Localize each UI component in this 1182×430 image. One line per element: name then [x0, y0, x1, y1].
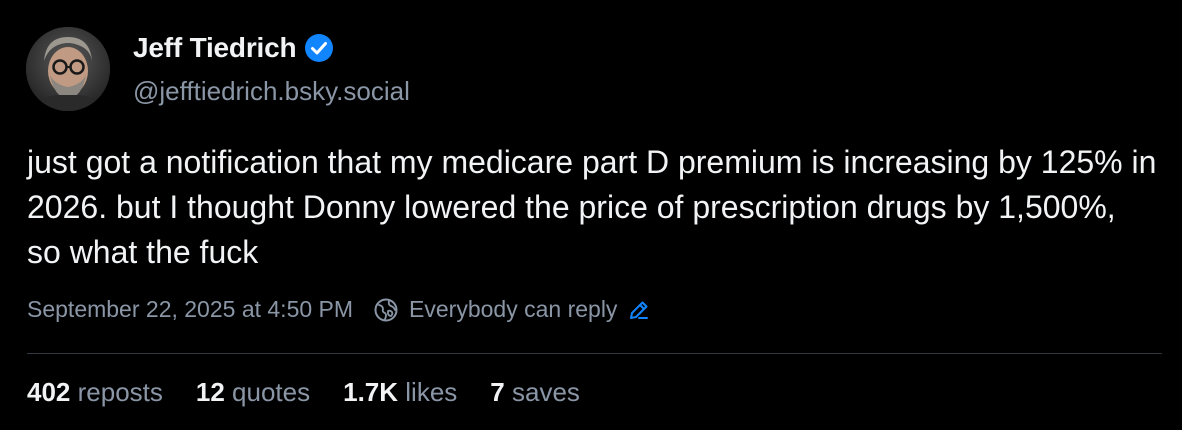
display-name[interactable]: Jeff Tiedrich: [133, 32, 297, 64]
author-handle[interactable]: @jefftiedrich.bsky.social: [133, 76, 410, 107]
likes-stat[interactable]: 1.7K likes: [343, 377, 457, 408]
globe-icon: [373, 297, 399, 323]
likes-label: likes: [405, 377, 458, 407]
reposts-label: reposts: [77, 377, 163, 407]
likes-count: 1.7K: [343, 377, 399, 407]
reposts-stat[interactable]: 402 reposts: [27, 377, 163, 408]
saves-label: saves: [512, 377, 580, 407]
saves-count: 7: [490, 377, 505, 407]
reposts-count: 402: [27, 377, 71, 407]
verified-badge-icon[interactable]: [304, 33, 334, 63]
saves-stat[interactable]: 7 saves: [490, 377, 580, 408]
author-name-row: Jeff Tiedrich: [133, 32, 334, 64]
post-text: just got a notification that my medicare…: [27, 144, 1157, 270]
stats-divider: [27, 353, 1162, 354]
quotes-count: 12: [195, 377, 225, 407]
post-meta: September 22, 2025 at 4:50 PM Everybody …: [27, 296, 651, 323]
post-stats: 402 reposts 12 quotes 1.7K likes 7 saves: [27, 377, 613, 408]
reply-setting-label: Everybody can reply: [409, 296, 618, 322]
quotes-stat[interactable]: 12 quotes: [196, 377, 310, 408]
pencil-icon[interactable]: [627, 298, 651, 322]
quotes-label: quotes: [232, 377, 311, 407]
avatar[interactable]: [26, 27, 110, 111]
reply-setting-button[interactable]: Everybody can reply: [373, 296, 651, 323]
person-with-glasses-avatar-icon: [26, 27, 110, 111]
post-timestamp[interactable]: September 22, 2025 at 4:50 PM: [27, 296, 353, 323]
